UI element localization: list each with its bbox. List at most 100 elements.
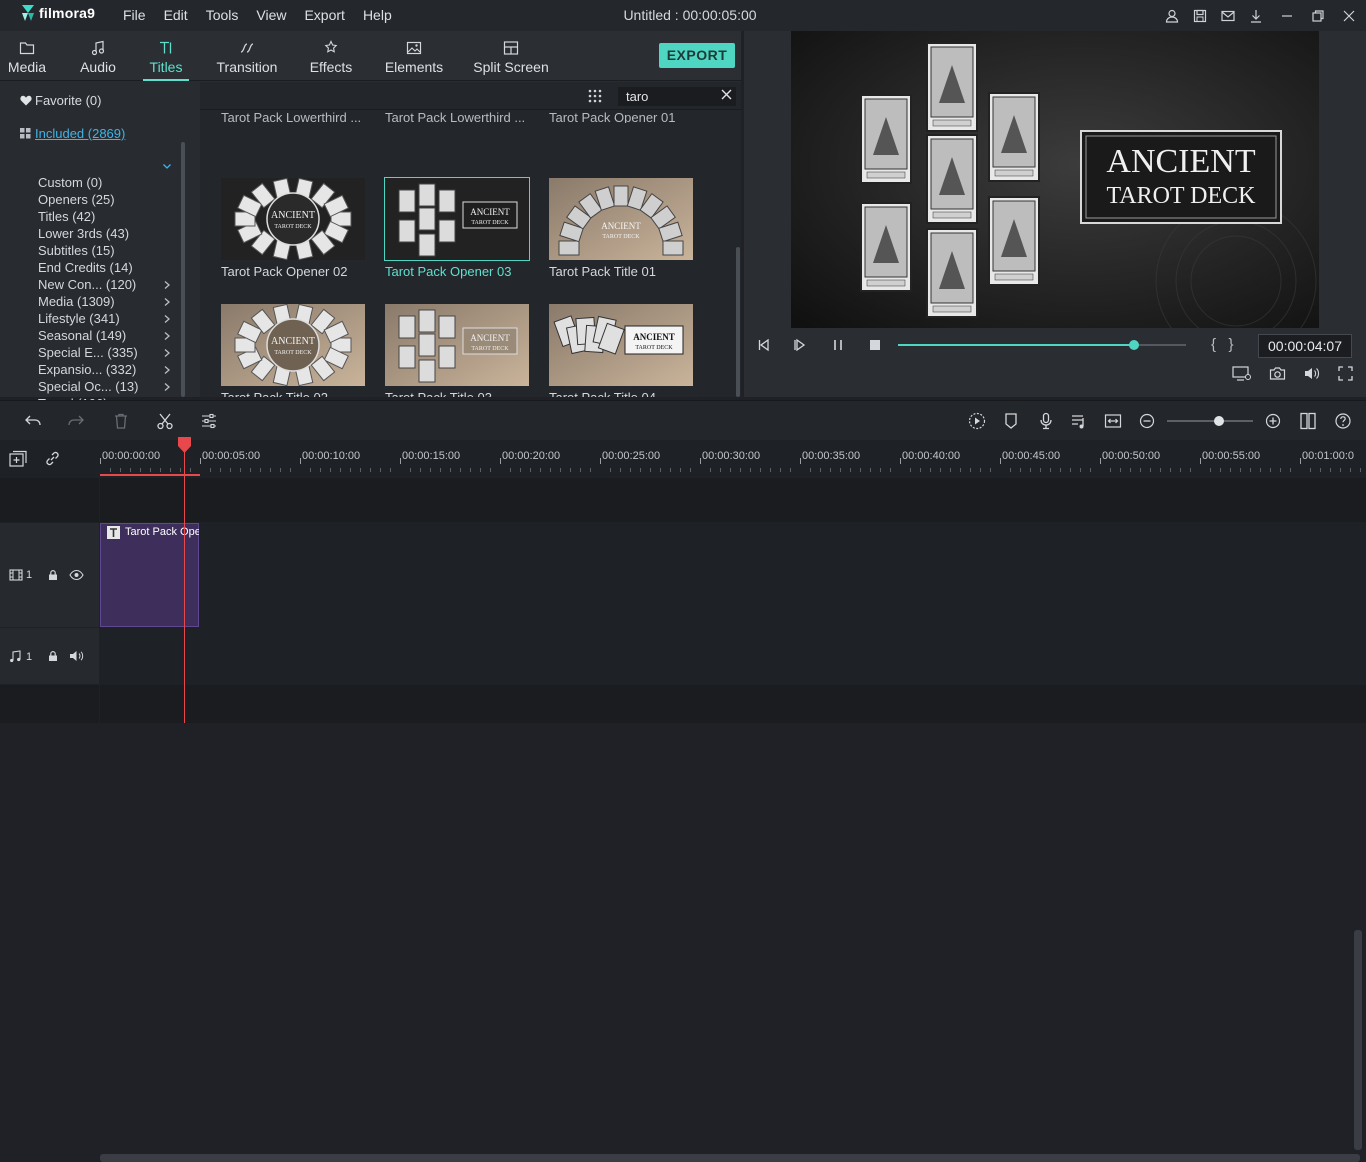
user-icon[interactable] [1158,0,1186,31]
minimize-icon[interactable] [1270,0,1304,31]
pause-icon[interactable] [830,337,846,353]
category-item[interactable]: New Con... (120) [38,276,136,293]
close-icon[interactable] [1332,0,1366,31]
category-item[interactable]: Expansio... (332) [38,361,136,378]
playback-knob[interactable] [1129,340,1140,350]
zoom-out-icon[interactable] [1138,412,1156,430]
title-thumbnail[interactable]: ANCIENT TAROT DECK [549,304,693,386]
library-scrollbar[interactable] [736,247,740,397]
lock-icon[interactable] [47,569,59,581]
volume-icon[interactable] [1303,366,1320,381]
mail-icon[interactable] [1214,0,1242,31]
zoom-slider[interactable] [1167,416,1253,426]
ruler-minor-tick [410,468,411,472]
help-icon[interactable] [1334,412,1352,430]
tab-audio[interactable]: Audio [72,31,124,81]
save-icon[interactable] [1186,0,1214,31]
microphone-icon[interactable] [1037,412,1055,430]
category-item[interactable]: Seasonal (149) [38,327,126,344]
category-item[interactable]: Special E... (335) [38,344,138,361]
link-icon[interactable] [44,450,61,467]
chevron-right-icon[interactable] [162,365,172,375]
download-icon[interactable] [1242,0,1270,31]
category-item[interactable]: Lifestyle (341) [38,310,120,327]
grid-view-icon[interactable] [588,89,602,103]
fullscreen-icon[interactable] [1338,366,1353,381]
ruler-minor-tick [690,468,691,472]
menu-tools[interactable]: Tools [197,0,248,31]
tab-titles[interactable]: Titles [143,31,189,81]
chevron-down-icon[interactable] [162,161,172,171]
menu-edit[interactable]: Edit [155,0,197,31]
eye-icon[interactable] [69,569,84,581]
category-item[interactable]: Custom (0) [38,174,102,191]
chevron-right-icon[interactable] [162,314,172,324]
step-back-icon[interactable] [756,337,772,353]
category-item[interactable]: Lower 3rds (43) [38,225,129,242]
menu-export[interactable]: Export [295,0,353,31]
chevron-right-icon[interactable] [162,382,172,392]
tab-split-screen[interactable]: Split Screen [472,31,550,81]
cut-icon[interactable] [156,412,174,430]
export-button[interactable]: EXPORT [659,43,735,68]
included-item[interactable]: Included (2869) [20,126,125,141]
tab-effects[interactable]: Effects [305,31,357,81]
category-item[interactable]: Special Oc... (13) [38,378,138,395]
tab-transition[interactable]: Transition [212,31,282,81]
favorite-item[interactable]: Favorite (0) [20,93,101,108]
video-track[interactable] [100,523,1366,627]
render-preview-icon[interactable] [968,412,986,430]
clear-search-icon[interactable] [721,89,732,100]
speaker-icon[interactable] [69,650,84,662]
ruler-minor-tick [1190,468,1191,472]
title-thumbnail[interactable]: ANCIENT TAROT DECK [385,304,529,386]
chevron-right-icon[interactable] [162,348,172,358]
stop-icon[interactable] [867,337,883,353]
lock-icon[interactable] [47,650,59,662]
category-scrollbar[interactable] [181,142,185,397]
zoom-slider-knob[interactable] [1213,416,1224,426]
title-thumbnail[interactable]: ANCIENT TAROT DECK [549,178,693,260]
zoom-in-icon[interactable] [1264,412,1282,430]
timeline-horizontal-scrollbar[interactable] [100,1154,1360,1162]
audio-mixer-icon[interactable] [1070,412,1088,430]
add-track-icon[interactable] [9,450,28,468]
fit-timeline-icon[interactable] [1104,412,1122,430]
play-icon[interactable] [792,337,808,353]
camera-icon[interactable] [1269,366,1286,381]
category-item[interactable]: End Credits (14) [38,259,133,276]
chevron-right-icon[interactable] [162,297,172,307]
chevron-right-icon[interactable] [162,331,172,341]
undo-icon[interactable] [24,412,42,430]
restore-icon[interactable] [1304,0,1332,31]
display-settings-icon[interactable] [1232,365,1252,382]
playhead[interactable] [184,438,185,723]
preview-player[interactable]: ANCIENT TAROT DECK [791,31,1319,328]
menu-help[interactable]: Help [354,0,401,31]
ruler-minor-tick [1230,468,1231,472]
menu-view[interactable]: View [247,0,295,31]
timeline-ruler[interactable]: 00:00:00:00 00:00:05:00 00:00:10:00 00:00:1… [100,440,1366,478]
audio-track[interactable] [100,628,1366,684]
tab-media[interactable]: Media [0,31,54,81]
category-item[interactable]: Media (1309) [38,293,115,310]
category-item[interactable]: Subtitles (15) [38,242,115,259]
category-item[interactable]: Titles (42) [38,208,95,225]
adjust-icon[interactable] [200,412,218,430]
mark-in-out-brackets[interactable]: { } [1211,336,1234,353]
category-item[interactable]: Openers (25) [38,191,115,208]
chevron-right-icon[interactable] [162,280,172,290]
tab-elements[interactable]: Elements [383,31,445,81]
timeline-vertical-scrollbar[interactable] [1354,930,1362,1150]
playhead-handle-icon[interactable] [178,437,191,453]
redo-icon[interactable] [67,412,85,430]
menu-file[interactable]: File [114,0,155,31]
title-thumbnail[interactable]: ANCIENT TAROT DECK [384,177,530,261]
title-thumbnail[interactable]: ANCIENT TAROT DECK [221,178,365,260]
snap-icon[interactable] [1299,412,1317,430]
marker-icon[interactable] [1002,412,1020,430]
playback-progress-track[interactable] [898,340,1186,350]
search-input[interactable] [618,87,736,106]
delete-icon[interactable] [112,412,130,430]
title-thumbnail[interactable]: ANCIENT TAROT DECK [221,304,365,386]
